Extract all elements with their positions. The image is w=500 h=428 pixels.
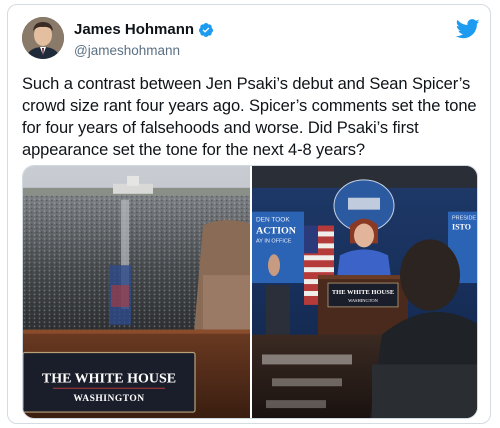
twitter-bird-icon[interactable] xyxy=(456,19,480,39)
right-sign-line1: THE WHITE HOUSE xyxy=(332,289,394,296)
right-sign-line2: WASHINGTON xyxy=(348,298,379,303)
author-handle[interactable]: @jameshohmann xyxy=(74,43,180,58)
tweet-text: Such a contrast between Jen Psaki’s debu… xyxy=(22,75,477,159)
press-briefing-photo[interactable]: DEN TOOK ACTION AY IN OFFICE PRESIDE IST… xyxy=(252,166,478,418)
inauguration-crowd-photo[interactable]: THE WHITE HOUSE WASHINGTON xyxy=(23,166,250,418)
avatar[interactable] xyxy=(22,17,64,59)
left-sign-line1: THE WHITE HOUSE xyxy=(42,371,176,386)
right-banner-right: PRESIDE xyxy=(452,216,476,222)
right-banner-right2: ISTO xyxy=(452,223,471,232)
author-display-name[interactable]: James Hohmann xyxy=(74,21,194,38)
right-banner-line2: ACTION xyxy=(256,225,297,236)
right-banner-line3: AY IN OFFICE xyxy=(256,238,292,244)
verified-badge-icon xyxy=(199,22,214,37)
left-sign-line2: WASHINGTON xyxy=(73,394,144,404)
right-banner-line1: DEN TOOK xyxy=(256,217,290,224)
tweet-card[interactable]: James Hohmann @jameshohmann Such a contr… xyxy=(7,4,491,424)
tweet-media[interactable]: THE WHITE HOUSE WASHINGTON DEN TOOK ACTI… xyxy=(22,165,478,419)
author-name-row[interactable]: James Hohmann xyxy=(74,21,214,38)
